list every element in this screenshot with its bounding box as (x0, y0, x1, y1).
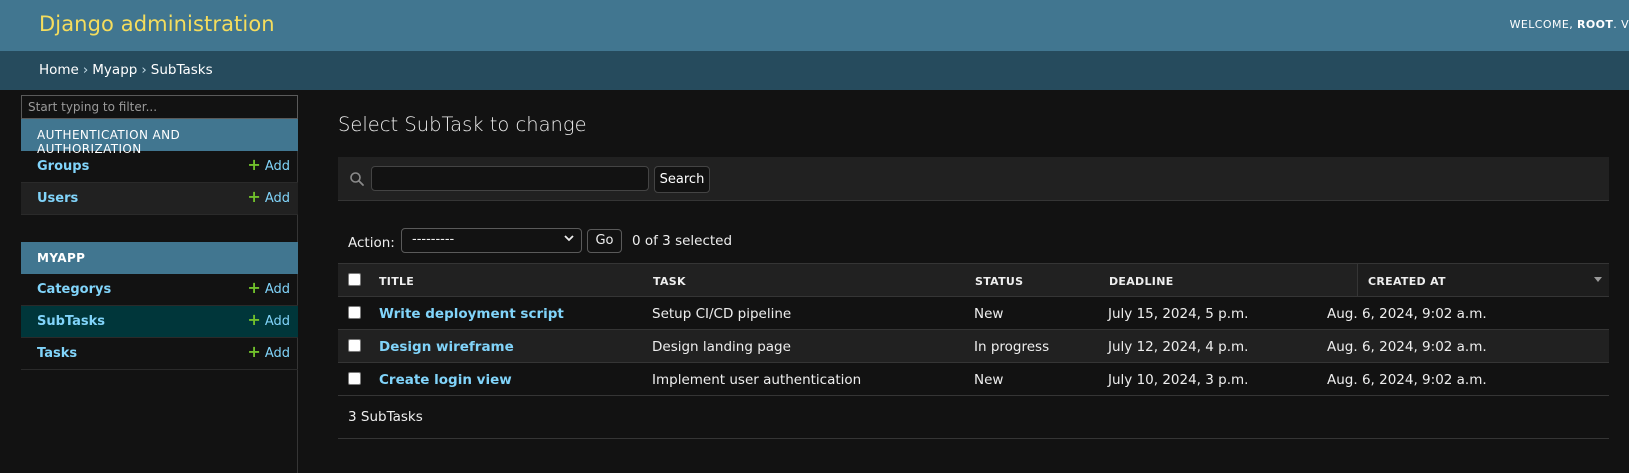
add-subtasks-link[interactable]: + Add (247, 310, 290, 330)
row-created-at: Aug. 6, 2024, 9:02 a.m. (1327, 372, 1487, 388)
search-toolbar: Search (338, 157, 1609, 201)
action-select-value: --------- (412, 232, 455, 247)
column-header-created-at-sorted: CREATED AT (1357, 264, 1609, 296)
select-all-checkbox[interactable] (348, 273, 361, 286)
site-header: Django administration WELCOME, ROOT. V (0, 0, 1629, 51)
row-task: Design landing page (652, 339, 791, 355)
sidebar-item-categorys: Categorys + Add (21, 274, 298, 306)
column-header-task[interactable]: TASK (653, 275, 686, 288)
user-tools-overflow[interactable]: . V (1613, 18, 1629, 31)
action-label: Action: (348, 235, 395, 251)
search-icon (350, 172, 364, 186)
search-button[interactable]: Search (654, 166, 710, 193)
table-header: TITLE TASK STATUS DEADLINE CREATED AT (338, 263, 1609, 297)
nav-sidebar: AUTHENTICATION AND AUTHORIZATION Groups … (21, 95, 298, 473)
add-label: Add (264, 282, 290, 297)
row-checkbox[interactable] (348, 306, 361, 319)
row-created-at: Aug. 6, 2024, 9:02 a.m. (1327, 339, 1487, 355)
breadcrumb-myapp[interactable]: Myapp (92, 62, 137, 78)
row-title-link[interactable]: Design wireframe (379, 339, 514, 355)
go-button[interactable]: Go (587, 229, 622, 253)
sidebar-item-categorys-link[interactable]: Categorys (37, 282, 111, 297)
breadcrumb-current: SubTasks (150, 62, 213, 78)
result-count: 3 SubTasks (348, 409, 423, 425)
row-title-link[interactable]: Create login view (379, 372, 512, 388)
row-checkbox[interactable] (348, 339, 361, 352)
breadcrumb-home[interactable]: Home (39, 62, 79, 78)
username: ROOT (1577, 18, 1614, 31)
row-deadline: July 15, 2024, 5 p.m. (1108, 306, 1249, 322)
row-status: In progress (974, 339, 1050, 355)
app-caption-auth[interactable]: AUTHENTICATION AND AUTHORIZATION (21, 119, 298, 156)
table-row: Create login view Implement user authent… (338, 363, 1609, 396)
breadcrumb-separator: › (82, 62, 89, 78)
site-branding-link[interactable]: Django administration (39, 12, 275, 36)
row-deadline: July 12, 2024, 4 p.m. (1108, 339, 1249, 355)
row-status: New (974, 306, 1004, 322)
action-select[interactable]: --------- (401, 228, 582, 253)
add-users-link[interactable]: + Add (247, 187, 290, 207)
column-header-title[interactable]: TITLE (379, 275, 414, 288)
plus-icon: + (247, 278, 261, 297)
add-tasks-link[interactable]: + Add (247, 342, 290, 362)
add-label: Add (264, 159, 290, 174)
sidebar-item-subtasks: SubTasks + Add (21, 306, 298, 338)
sidebar-item-users: Users + Add (21, 183, 298, 215)
plus-icon: + (247, 155, 261, 174)
sidebar-item-subtasks-link[interactable]: SubTasks (37, 314, 105, 329)
column-header-created-at[interactable]: CREATED AT (1368, 275, 1446, 288)
user-tools: WELCOME, ROOT. V (1510, 18, 1629, 31)
paginator: 3 SubTasks (338, 397, 1609, 439)
page-title: Select SubTask to change (338, 113, 587, 136)
add-label: Add (264, 346, 290, 361)
row-deadline: July 10, 2024, 3 p.m. (1108, 372, 1249, 388)
row-title-link[interactable]: Write deployment script (379, 306, 564, 322)
sidebar-item-groups-link[interactable]: Groups (37, 159, 89, 174)
nav-filter-input[interactable] (21, 95, 298, 119)
breadcrumb-separator: › (141, 62, 147, 78)
sidebar-item-tasks-link[interactable]: Tasks (37, 346, 77, 361)
table-row: Write deployment script Setup CI/CD pipe… (338, 297, 1609, 330)
breadcrumb: Home › Myapp › SubTasks (0, 51, 1629, 90)
welcome-text: WELCOME, (1509, 18, 1574, 31)
column-header-status[interactable]: STATUS (975, 275, 1023, 288)
app-caption-myapp[interactable]: MYAPP (21, 242, 298, 274)
row-checkbox[interactable] (348, 372, 361, 385)
table-row: Design wireframe Design landing page In … (338, 330, 1609, 363)
search-input[interactable] (371, 166, 649, 191)
chevron-down-icon (564, 235, 574, 242)
column-header-deadline[interactable]: DEADLINE (1109, 275, 1174, 288)
add-label: Add (264, 314, 290, 329)
row-task: Implement user authentication (652, 372, 862, 388)
action-counter: 0 of 3 selected (632, 233, 733, 249)
plus-icon: + (247, 310, 261, 329)
plus-icon: + (247, 342, 261, 361)
sidebar-item-tasks: Tasks + Add (21, 338, 298, 370)
sidebar-item-users-link[interactable]: Users (37, 191, 78, 206)
add-groups-link[interactable]: + Add (247, 155, 290, 175)
sidebar-item-groups: Groups + Add (21, 151, 298, 183)
sort-descending-icon[interactable] (1594, 277, 1602, 282)
add-categorys-link[interactable]: + Add (247, 278, 290, 298)
plus-icon: + (247, 187, 261, 206)
add-label: Add (264, 191, 290, 206)
row-task: Setup CI/CD pipeline (652, 306, 792, 322)
row-status: New (974, 372, 1004, 388)
row-created-at: Aug. 6, 2024, 9:02 a.m. (1327, 306, 1487, 322)
actions-bar: Action: --------- Go 0 of 3 selected (338, 227, 1609, 262)
